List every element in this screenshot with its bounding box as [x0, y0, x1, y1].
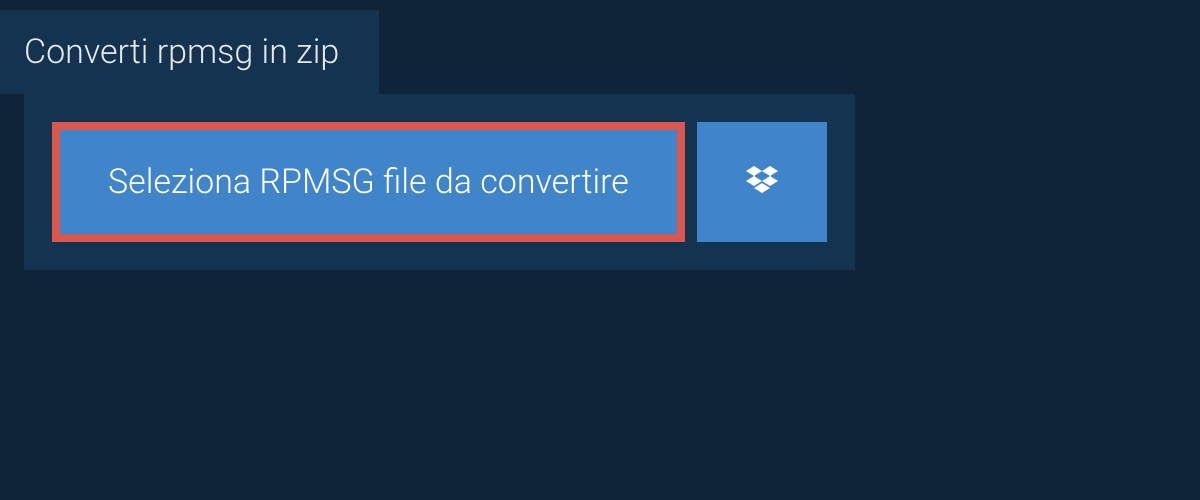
button-row: Seleziona RPMSG file da convertire — [52, 122, 827, 242]
tab-label: Converti rpmsg in zip — [24, 32, 339, 72]
dropbox-icon — [742, 162, 782, 202]
select-file-label: Seleziona RPMSG file da convertire — [108, 162, 629, 202]
tab-header: Converti rpmsg in zip — [0, 10, 379, 94]
select-file-button[interactable]: Seleziona RPMSG file da convertire — [52, 122, 685, 242]
upload-panel: Seleziona RPMSG file da convertire — [24, 94, 855, 270]
dropbox-button[interactable] — [697, 122, 827, 242]
